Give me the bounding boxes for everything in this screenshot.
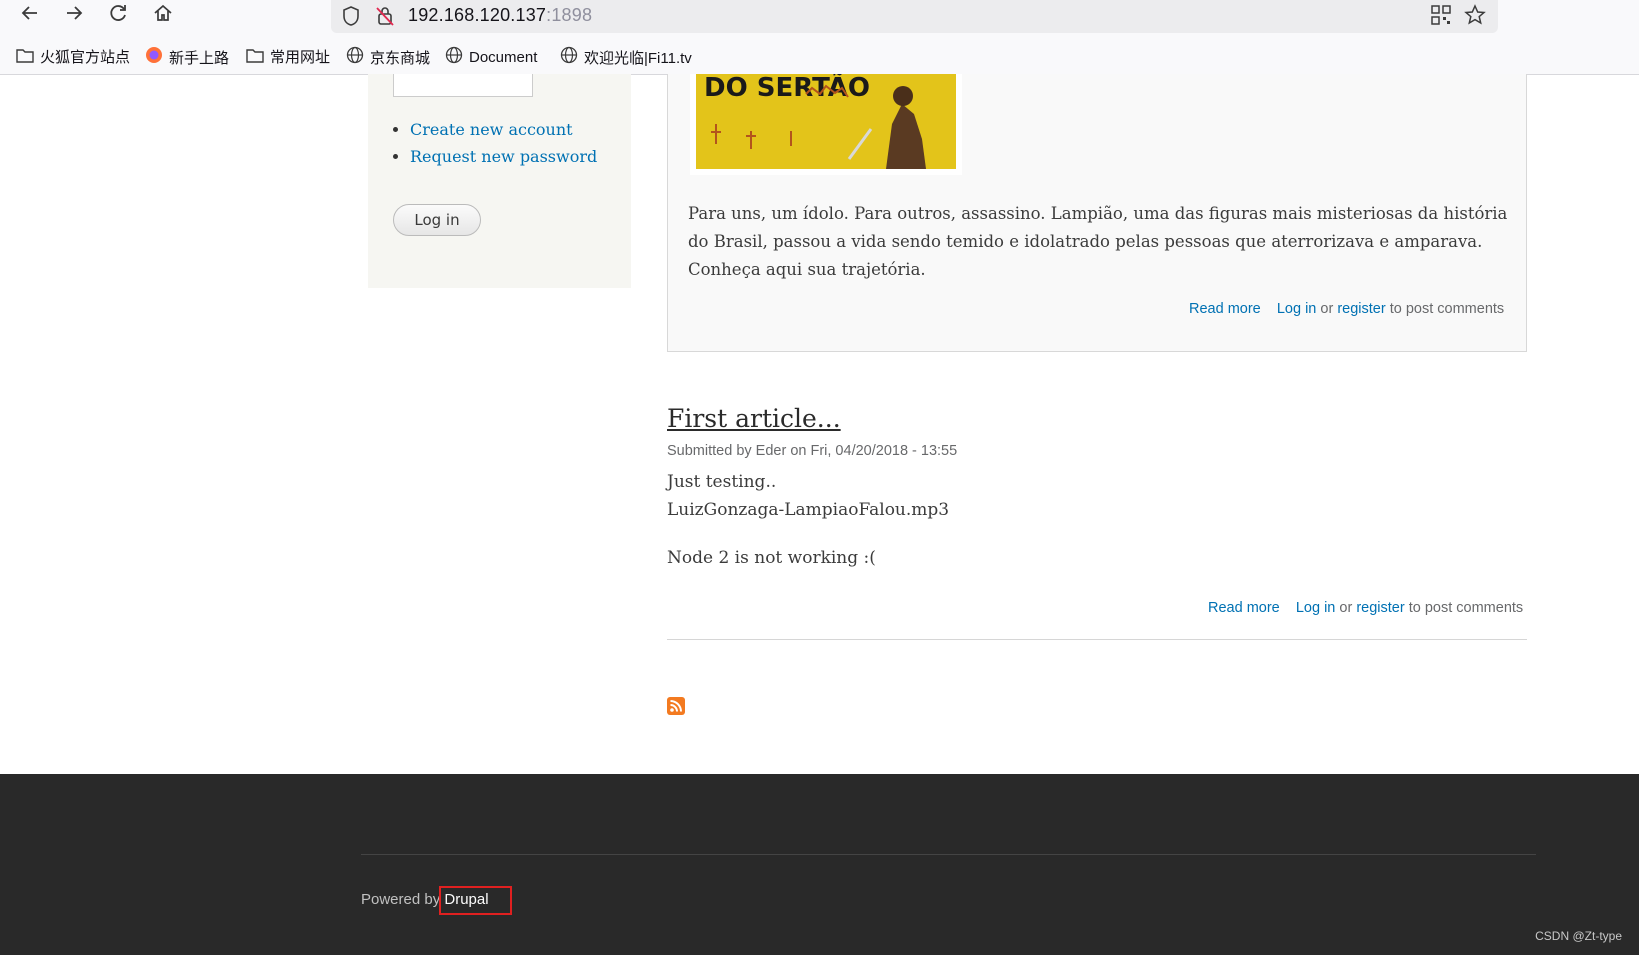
article-links: Read more Log in or register to post com…	[1189, 301, 1504, 317]
article-image[interactable]: DO SERTÃO	[690, 74, 962, 175]
divider	[667, 639, 1527, 640]
bookmark-item[interactable]: Document	[445, 46, 537, 68]
submitted-info: Submitted by Eder on Fri, 04/20/2018 - 1…	[667, 443, 958, 459]
read-more-link[interactable]: Read more	[1189, 301, 1261, 317]
back-arrow-icon[interactable]	[16, 2, 44, 30]
article-body-line: LuizGonzaga-LampiaoFalou.mp3	[667, 500, 950, 520]
bookmark-label: Document	[469, 48, 538, 66]
bookmark-item[interactable]: 新手上路	[145, 46, 229, 68]
site-footer: Powered by Drupal CSDN @Zt-type	[0, 774, 1639, 955]
bookmark-star-icon[interactable]	[1464, 4, 1486, 31]
globe-icon	[445, 46, 463, 68]
reload-icon[interactable]	[104, 2, 132, 30]
bookmark-label: 火狐官方站点	[40, 49, 131, 66]
bookmark-label: 新手上路	[169, 49, 230, 67]
login-links: Create new account Request new password	[386, 116, 597, 170]
or-text: or	[1320, 301, 1334, 317]
bookmark-item[interactable]: 常用网址	[246, 46, 330, 67]
article-teaser: DO SERTÃO Para uns, um ídolo. Para outro…	[667, 74, 1527, 352]
article-links: Read more Log in or register to post com…	[1208, 600, 1523, 616]
footer-divider	[361, 854, 1536, 855]
read-more-link[interactable]: Read more	[1208, 600, 1280, 616]
bookmark-item[interactable]: 京东商城	[346, 46, 430, 68]
qr-code-icon[interactable]	[1431, 5, 1451, 30]
login-link[interactable]: Log in	[1277, 301, 1317, 317]
post-comments-text: to post comments	[1389, 301, 1505, 317]
article-teaser-text: Para uns, um ídolo. Para outros, assassi…	[688, 204, 1508, 279]
create-account-link[interactable]: Create new account	[410, 120, 573, 139]
forward-arrow-icon[interactable]	[60, 2, 88, 30]
or-text: or	[1339, 600, 1353, 616]
register-link[interactable]: register	[1337, 301, 1385, 317]
globe-icon	[560, 46, 578, 68]
list-item: Create new account	[410, 116, 597, 143]
login-link[interactable]: Log in	[1296, 600, 1336, 616]
bookmark-item[interactable]: 欢迎光临|Fi11.tv	[560, 46, 692, 68]
rss-feed-icon[interactable]	[667, 697, 685, 715]
home-icon[interactable]	[149, 2, 177, 30]
post-comments-text: to post comments	[1408, 600, 1524, 616]
poster-text: DO SERTÃO	[704, 74, 870, 103]
bookmark-label: 京东商城	[370, 49, 431, 67]
globe-icon	[346, 46, 364, 68]
insecure-lock-icon[interactable]	[375, 5, 395, 32]
request-password-link[interactable]: Request new password	[410, 147, 597, 166]
register-link[interactable]: register	[1356, 600, 1404, 616]
folder-icon	[246, 47, 264, 67]
watermark: CSDN @Zt-type	[1535, 929, 1622, 943]
shield-icon[interactable]	[341, 5, 361, 32]
article-title-link[interactable]: First article...	[667, 404, 841, 433]
url-text[interactable]: 192.168.120.137:1898	[408, 5, 592, 26]
browser-toolbar: 192.168.120.137:1898 火狐官方站点 新手上路 常用网址 京东…	[0, 0, 1639, 75]
highlight-box	[439, 886, 512, 915]
bookmark-item[interactable]: 火狐官方站点	[16, 46, 130, 67]
firefox-icon	[145, 46, 163, 68]
list-item: Request new password	[410, 143, 597, 170]
article-body-line: Just testing..	[667, 472, 777, 492]
folder-icon	[16, 47, 34, 67]
address-bar[interactable]: 192.168.120.137:1898	[331, 0, 1498, 33]
bookmark-label: 常用网址	[270, 49, 331, 66]
user-login-block: Create new account Request new password …	[368, 74, 631, 288]
password-input[interactable]	[393, 74, 533, 97]
login-button[interactable]: Log in	[393, 204, 481, 236]
article-body-line: Node 2 is not working :(	[667, 548, 876, 568]
bookmark-label: 欢迎光临|Fi11.tv	[584, 49, 692, 67]
powered-by-label: Powered by	[361, 891, 441, 908]
